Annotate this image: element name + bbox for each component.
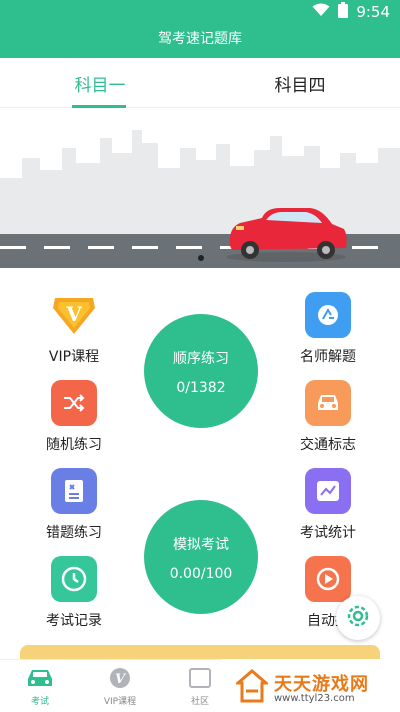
teacher-icon [305,292,351,338]
mock-exam-score: 0.00/100 [169,566,233,582]
page-title: 驾考速记题库 [158,31,242,47]
sequential-practice-title: 顺序练习 [173,351,229,367]
svg-text:V: V [65,302,82,326]
nav-exam[interactable]: 考试 [0,660,80,707]
tab-subject-four[interactable]: 科目四 [255,58,345,108]
car-icon [0,667,80,693]
banner-carousel[interactable] [0,108,400,268]
random-practice-item[interactable]: 随机练习 [29,380,119,454]
settings-button[interactable] [336,596,380,640]
watermark-logo-icon [233,669,271,707]
status-bar: 9:54 [312,2,390,22]
exam-stats-item[interactable]: 考试统计 [283,468,373,542]
nav-vip[interactable]: V VIP课程 [80,660,160,707]
vip-icon: V [80,667,160,693]
teacher-explain-item[interactable]: 名师解题 [283,292,373,366]
exam-stats-label: 考试统计 [300,525,356,541]
promo-strip[interactable] [20,645,380,659]
sequential-practice-progress: 0/1382 [176,380,226,396]
wrong-notes-icon [51,468,97,514]
teacher-explain-label: 名师解题 [300,349,356,365]
shuffle-icon [51,380,97,426]
mock-exam-title: 模拟考试 [173,537,229,553]
watermark: 天天游戏网 www.ttyl23.com [222,659,400,712]
random-practice-label: 随机练习 [46,437,102,453]
wrong-questions-item[interactable]: 错题练习 [29,468,119,542]
watermark-url: www.ttyl23.com [274,693,355,704]
car-icon [305,380,351,426]
mock-exam-button[interactable]: 模拟考试 0.00/100 [144,500,258,614]
exam-records-item[interactable]: 考试记录 [29,556,119,630]
wrong-questions-label: 错题练习 [46,525,102,541]
subject-tabs: 科目一 科目四 [0,58,400,108]
vip-course-item[interactable]: V VIP课程 [29,292,119,366]
nav-vip-label: VIP课程 [103,697,137,707]
status-time: 9:54 [356,3,390,21]
tab-subject-one[interactable]: 科目一 [55,58,145,108]
sequential-practice-button[interactable]: 顺序练习 0/1382 [144,314,258,428]
vip-crown-icon: V [51,292,97,338]
exam-records-label: 考试记录 [46,613,102,629]
vip-course-label: VIP课程 [48,349,100,365]
gear-icon [344,602,372,634]
nav-exam-label: 考试 [30,697,49,707]
traffic-signs-label: 交通标志 [300,437,356,453]
wifi-icon [312,3,330,21]
chart-icon [305,468,351,514]
autoplay-icon [305,556,351,602]
battery-icon [338,2,349,22]
traffic-signs-item[interactable]: 交通标志 [283,380,373,454]
carousel-dot[interactable] [198,255,204,261]
app-bar: 9:54 驾考速记题库 [0,0,400,58]
clock-icon [51,556,97,602]
city-car-illustration [0,108,400,268]
